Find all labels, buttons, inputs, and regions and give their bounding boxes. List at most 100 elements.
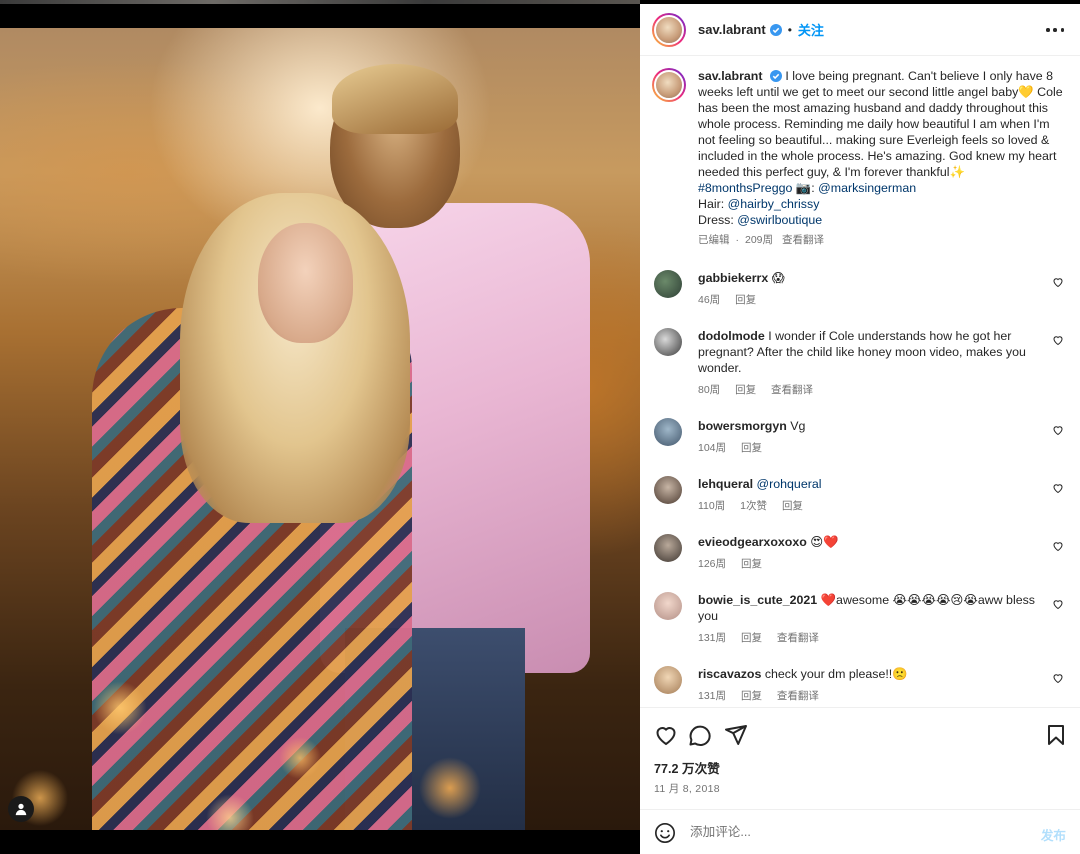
commenter-avatar[interactable] [654, 270, 682, 298]
comment-text: bowersmorgyn Vg [698, 418, 1068, 434]
like-count[interactable]: 77.2 万次赞 [654, 758, 720, 777]
comment-item: riscavazos check your dm please!!🙁 131周 … [652, 666, 1068, 703]
comment-text: evieodgearxoxoxo 😍❤️ [698, 534, 1068, 550]
comment-like-heart-icon[interactable] [1052, 598, 1064, 610]
mention-link[interactable]: @rohqueral [757, 477, 822, 491]
user-tag-button[interactable] [8, 796, 34, 822]
background-strip [0, 0, 640, 4]
bookmark-icon[interactable] [1044, 723, 1068, 747]
dress-label: Dress: [698, 213, 734, 227]
comment-bubble-icon[interactable] [688, 723, 712, 747]
comment-age[interactable]: 46周 [698, 294, 720, 306]
comment-meta: 131周 回复 查看翻译 [698, 688, 1068, 703]
commenter-username[interactable]: lehqueral [698, 477, 753, 491]
comment-text: dodolmode I wonder if Cole understands h… [698, 328, 1068, 376]
author-username[interactable]: sav.labrant [698, 22, 766, 37]
hair-label: Hair: [698, 197, 725, 211]
post-caption: sav.labrant I love being pregnant. Can't… [652, 68, 1068, 248]
comment-text: riscavazos check your dm please!!🙁 [698, 666, 1068, 682]
comment-like-heart-icon[interactable] [1052, 482, 1064, 494]
commenter-username[interactable]: gabbiekerrx [698, 271, 768, 285]
commenter-username[interactable]: evieodgearxoxoxo [698, 535, 807, 549]
post-actions-bar [640, 709, 1080, 753]
comment-meta: 131周 回复 查看翻译 [698, 630, 1068, 645]
post-comment-button[interactable]: 发布 [1041, 825, 1066, 844]
photographer-mention[interactable]: @marksingerman [818, 181, 916, 195]
more-dots-icon [1053, 28, 1057, 32]
commenter-avatar[interactable] [654, 476, 682, 504]
hashtag-link[interactable]: #8monthsPreggo [698, 181, 792, 195]
photo-woman-face [258, 223, 353, 343]
comment-input[interactable] [690, 822, 1020, 842]
comment-meta: 104周 回复 [698, 440, 1068, 455]
caption-username[interactable]: sav.labrant [698, 69, 763, 83]
more-dots-icon [1060, 28, 1064, 32]
comment-age[interactable]: 104周 [698, 442, 726, 454]
comment-item: evieodgearxoxoxo 😍❤️ 126周 回复 [652, 534, 1068, 571]
commenter-username[interactable]: bowersmorgyn [698, 419, 787, 433]
hair-mention[interactable]: @hairby_chrissy [728, 197, 820, 211]
caption-meta: 已编辑 · 209周 查看翻译 [698, 232, 1068, 248]
dress-mention[interactable]: @swirlboutique [737, 213, 822, 227]
translate-link[interactable]: 查看翻译 [777, 690, 819, 702]
reply-button[interactable]: 回复 [782, 500, 803, 512]
post-date: 11 月 8, 2018 [654, 783, 720, 795]
commenter-username[interactable]: bowie_is_cute_2021 [698, 593, 817, 607]
comment-content: 😱 [771, 271, 785, 285]
commenter-avatar[interactable] [654, 328, 682, 356]
comment-meta: 46周 回复 [698, 292, 1068, 307]
photo-man-hair [332, 64, 458, 134]
camera-emoji: 📷 [795, 181, 812, 195]
author-avatar[interactable] [652, 12, 686, 47]
caption-age[interactable]: 209周 [745, 234, 773, 246]
comment-like-heart-icon[interactable] [1052, 276, 1064, 288]
comment-item: dodolmode I wonder if Cole understands h… [652, 328, 1068, 397]
caption-author-avatar[interactable] [652, 68, 686, 102]
caption-text: sav.labrant I love being pregnant. Can't… [698, 68, 1068, 248]
comment-like-heart-icon[interactable] [1052, 334, 1064, 346]
paper-plane-icon[interactable] [724, 723, 748, 747]
comment-content: Vg [790, 419, 806, 433]
comment-like-heart-icon[interactable] [1052, 540, 1064, 552]
comments-section[interactable]: sav.labrant I love being pregnant. Can't… [640, 56, 1080, 708]
reply-button[interactable]: 回复 [741, 690, 762, 702]
heart-icon[interactable] [654, 723, 678, 747]
smiley-icon[interactable] [654, 822, 676, 844]
more-options-button[interactable] [1046, 22, 1064, 38]
reply-button[interactable]: 回复 [741, 558, 762, 570]
post-header: sav.labrant • 关注 [640, 4, 1080, 56]
comment-content: 😍❤️ [810, 535, 839, 549]
reply-button[interactable]: 回复 [735, 294, 756, 306]
post-media-area [0, 0, 640, 854]
caption-translate-link[interactable]: 查看翻译 [782, 234, 824, 246]
comment-age[interactable]: 131周 [698, 690, 726, 702]
comment-like-heart-icon[interactable] [1052, 424, 1064, 436]
post-photo[interactable] [0, 28, 640, 830]
commenter-avatar[interactable] [654, 592, 682, 620]
reply-button[interactable]: 回复 [741, 442, 762, 454]
reply-button[interactable]: 回复 [741, 632, 762, 644]
commenter-username[interactable]: riscavazos [698, 667, 761, 681]
commenter-avatar[interactable] [654, 534, 682, 562]
post-detail-panel: sav.labrant • 关注 sav.labrant I love bein… [640, 4, 1080, 854]
commenter-avatar[interactable] [654, 666, 682, 694]
reply-button[interactable]: 回复 [735, 384, 756, 396]
comment-likes[interactable]: 1次赞 [740, 500, 767, 512]
comment-age[interactable]: 131周 [698, 632, 726, 644]
comment-item: bowersmorgyn Vg 104周 回复 [652, 418, 1068, 455]
comment-item: gabbiekerrx 😱 46周 回复 [652, 270, 1068, 307]
meta-dot: · [735, 234, 740, 246]
comment-like-heart-icon[interactable] [1052, 672, 1064, 684]
translate-link[interactable]: 查看翻译 [777, 632, 819, 644]
commenter-username[interactable]: dodolmode [698, 329, 765, 343]
photo-foliage [0, 458, 640, 830]
comment-age[interactable]: 80周 [698, 384, 720, 396]
comment-age[interactable]: 110周 [698, 500, 725, 512]
commenter-avatar[interactable] [654, 418, 682, 446]
edited-label: 已编辑 [698, 234, 730, 246]
translate-link[interactable]: 查看翻译 [771, 384, 813, 396]
caption-colon: : [811, 181, 815, 195]
comment-meta: 110周 1次赞 回复 [698, 498, 1068, 513]
comment-age[interactable]: 126周 [698, 558, 726, 570]
follow-button[interactable]: 关注 [798, 20, 824, 39]
